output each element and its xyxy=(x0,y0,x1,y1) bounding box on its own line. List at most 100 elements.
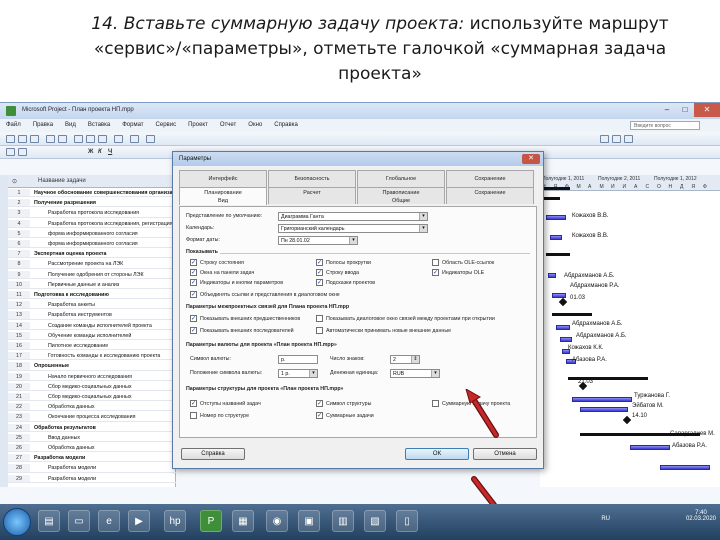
table-row[interactable]: 3 Разработка протокола исследования xyxy=(8,209,176,218)
table-row[interactable]: 24 Обработка результатов xyxy=(8,423,176,432)
tab-1[interactable]: Интерфейс xyxy=(179,170,267,187)
menu-item[interactable]: Формат xyxy=(122,122,143,132)
maximize-icon[interactable]: □ xyxy=(676,103,694,117)
table-row[interactable]: 10 Первичные данные и анализ xyxy=(8,280,176,289)
explorer-icon[interactable]: ▣ xyxy=(298,510,320,532)
tab-row2-2[interactable]: Расчет xyxy=(268,187,356,204)
presentation-icon[interactable]: ▧ xyxy=(364,510,386,532)
gantt-task-bar[interactable] xyxy=(546,215,566,220)
print-icon[interactable] xyxy=(46,135,55,143)
table-row[interactable]: 23 Окончание процесса исследования xyxy=(8,413,176,422)
option-checkbox[interactable] xyxy=(190,412,197,419)
chrome-icon[interactable]: ◉ xyxy=(266,510,288,532)
table-row[interactable]: 26 Обработка данных xyxy=(8,444,176,453)
option-checkbox[interactable]: ✓ xyxy=(190,259,197,266)
copy-icon[interactable] xyxy=(86,135,95,143)
option-checkbox[interactable]: ✓ xyxy=(190,315,197,322)
gantt-task-bar[interactable] xyxy=(660,465,710,470)
date-format-select[interactable]: Пн 28.01.02 ▾ xyxy=(278,236,358,245)
table-row[interactable]: 14 Создание команды исполнителей проекта xyxy=(8,321,176,330)
tab-row2-4[interactable]: Сохранение xyxy=(446,187,534,204)
gantt-summary-bar[interactable] xyxy=(540,187,570,190)
table-row[interactable]: 22 Обработка данных xyxy=(8,403,176,412)
tab-row2-3[interactable]: Правописание Общие xyxy=(357,187,445,204)
task-name[interactable]: Разработка модели xyxy=(48,475,96,482)
task-name[interactable]: Разработка протокола исследования xyxy=(48,209,139,216)
document-icon[interactable]: ▥ xyxy=(332,510,354,532)
currency-symbol-field[interactable]: р. xyxy=(278,355,318,364)
table-row[interactable]: 6 форма информированного согласия xyxy=(8,240,176,249)
tab-2[interactable]: Безопасность xyxy=(268,170,356,187)
task-name[interactable]: Первичные данные и анализ xyxy=(48,281,119,288)
calendar-select[interactable]: Григорианский календарь ▾ xyxy=(278,224,428,233)
column-task-name[interactable]: Название задачи xyxy=(38,178,86,184)
task-name[interactable]: Ввод данных xyxy=(48,434,80,441)
folder-icon[interactable]: ▭ xyxy=(68,510,90,532)
task-name[interactable]: Обработка данных xyxy=(48,403,95,410)
option-checkbox[interactable]: ✓ xyxy=(190,400,197,407)
task-name[interactable]: Экспертная оценка проекта xyxy=(34,250,106,257)
table-row[interactable]: 16 Пилотное исследование xyxy=(8,342,176,351)
ie-icon[interactable]: e xyxy=(98,510,120,532)
option-checkbox[interactable]: ✓ xyxy=(316,412,323,419)
minimize-icon[interactable]: – xyxy=(658,103,676,117)
indent-icon[interactable] xyxy=(6,148,15,156)
option-checkbox[interactable] xyxy=(432,400,439,407)
ms-project-icon[interactable]: P xyxy=(200,510,222,532)
merge-links-checkbox[interactable]: ✓ xyxy=(190,291,197,298)
option-checkbox[interactable]: ✓ xyxy=(316,400,323,407)
table-row[interactable]: 2 Получение разрешения xyxy=(8,199,176,208)
table-row[interactable]: 17 Готовность команды к исследованию прое… xyxy=(8,352,176,361)
underline-icon[interactable]: Ч xyxy=(108,149,112,155)
option-checkbox[interactable]: ✓ xyxy=(432,269,439,276)
option-checkbox[interactable]: ✓ xyxy=(316,259,323,266)
open-icon[interactable] xyxy=(18,135,27,143)
task-name[interactable]: Разработка протокола исследования, регис… xyxy=(48,220,173,227)
task-name[interactable]: Окончание процесса исследования xyxy=(48,413,135,420)
gantt-task-bar[interactable] xyxy=(580,407,628,412)
spinner-icon[interactable]: ⇕ xyxy=(411,356,419,363)
task-name[interactable]: Обработка данных xyxy=(48,444,95,451)
outdent-icon[interactable] xyxy=(18,148,27,156)
task-name[interactable]: форма информированного согласия xyxy=(48,230,138,237)
option-checkbox[interactable] xyxy=(316,315,323,322)
option-checkbox[interactable]: ✓ xyxy=(190,327,197,334)
hp-icon[interactable]: hp xyxy=(164,510,186,532)
gantt-task-bar[interactable] xyxy=(552,293,566,298)
task-name[interactable]: Обучение команды исполнителей xyxy=(48,332,131,339)
menu-item[interactable]: Отчет xyxy=(220,122,236,132)
zoom-in-icon[interactable] xyxy=(600,135,609,143)
phone-icon[interactable]: ▯ xyxy=(396,510,418,532)
table-row[interactable]: 28 Разработка модели xyxy=(8,464,176,473)
save-icon[interactable]: ▤ xyxy=(38,510,60,532)
option-checkbox[interactable]: ✓ xyxy=(190,279,197,286)
task-name[interactable]: Создание команды исполнителей проекта xyxy=(48,322,152,329)
menu-item[interactable]: Проект xyxy=(188,122,208,132)
preview-icon[interactable] xyxy=(58,135,67,143)
media-icon[interactable]: ▶ xyxy=(128,510,150,532)
window-icon[interactable]: ▦ xyxy=(232,510,254,532)
start-button[interactable] xyxy=(3,508,31,536)
save-icon[interactable] xyxy=(30,135,39,143)
table-row[interactable]: 5 форма информированного согласия xyxy=(8,229,176,238)
help-button[interactable]: Справка xyxy=(181,448,245,460)
task-name[interactable]: Подготовка к исследованию xyxy=(34,291,109,298)
tab-row2-1[interactable]: Планирование Вид xyxy=(179,187,267,205)
menu-item[interactable]: Окно xyxy=(248,122,262,132)
task-name[interactable]: Готовность команды к исследованию проект… xyxy=(48,352,160,359)
language-indicator[interactable]: RU xyxy=(601,516,610,522)
zoom-out-icon[interactable] xyxy=(612,135,621,143)
clock[interactable]: 7:40 02.03.2020 xyxy=(686,510,716,522)
gantt-milestone[interactable] xyxy=(622,415,632,425)
task-name[interactable]: Научное обоснование совершенствования ор… xyxy=(34,189,176,196)
table-row[interactable]: 4 Разработка протокола исследования, реги… xyxy=(8,219,176,228)
default-view-select[interactable]: Диаграмма Ганта ▾ xyxy=(278,212,428,221)
option-checkbox[interactable]: ✓ xyxy=(190,269,197,276)
currency-code-select[interactable]: RUB ▾ xyxy=(390,369,440,378)
menu-item[interactable]: Файл xyxy=(6,122,21,132)
cancel-button[interactable]: Отмена xyxy=(473,448,537,460)
task-name[interactable]: Опрошенные xyxy=(34,362,69,369)
gantt-task-bar[interactable] xyxy=(630,445,670,450)
undo-icon[interactable] xyxy=(114,135,123,143)
bold-icon[interactable]: Ж xyxy=(88,149,93,155)
